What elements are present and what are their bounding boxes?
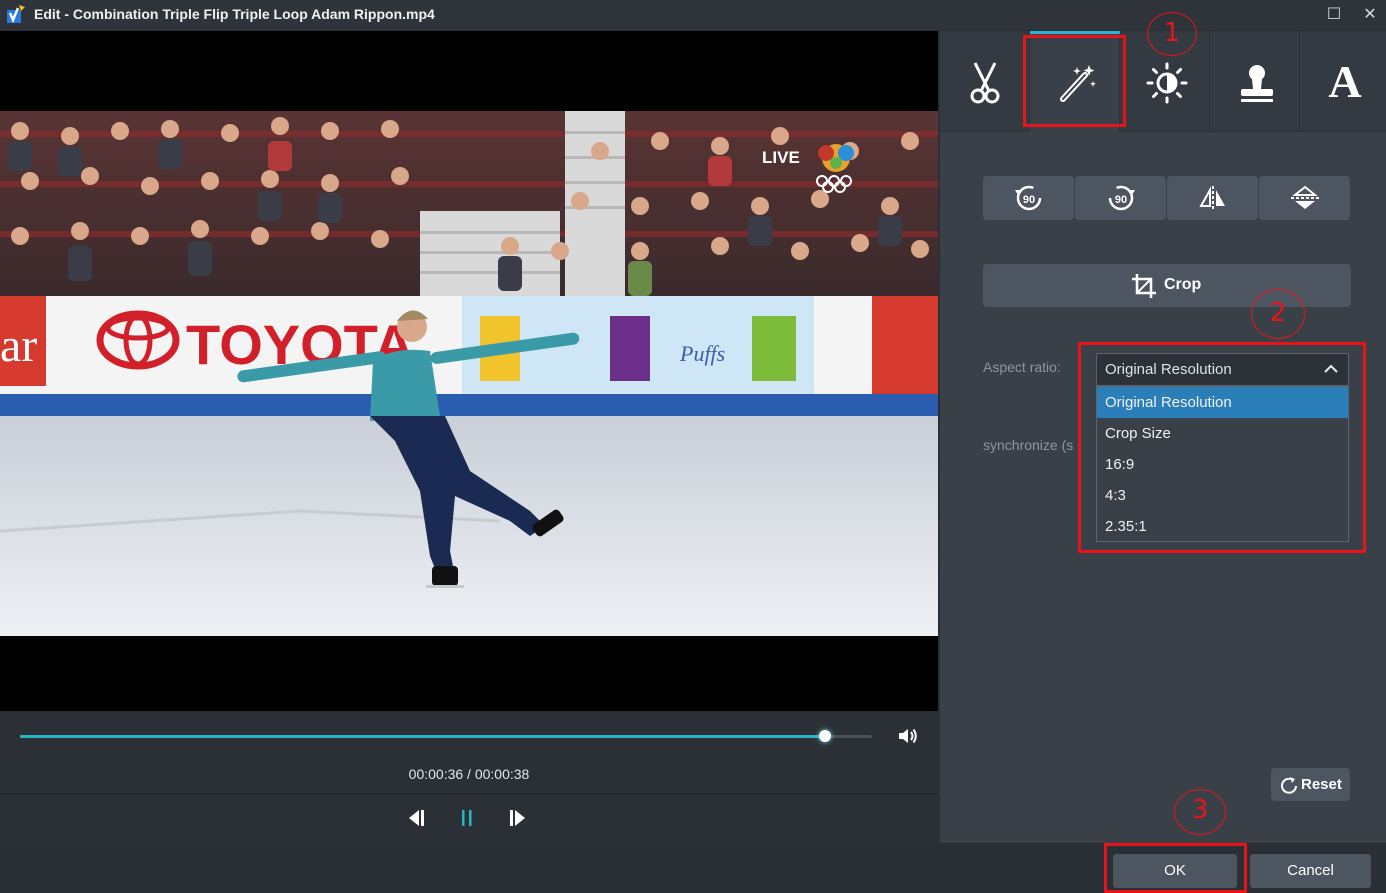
- annotation-marker-3: 3: [1174, 789, 1226, 835]
- crop-icon: [1132, 274, 1156, 298]
- annotation-box-effects-tab: [1023, 35, 1126, 127]
- previous-frame-icon[interactable]: [404, 807, 428, 829]
- tab-text[interactable]: A: [1300, 31, 1386, 132]
- video-preview[interactable]: ar TOYOTA Puffs LIVE: [0, 31, 938, 711]
- app-logo-icon: [7, 5, 25, 24]
- live-badge: LIVE: [762, 148, 800, 167]
- flip-vertical-button[interactable]: [1259, 176, 1350, 220]
- annotation-box-aspect-ratio: [1078, 342, 1366, 553]
- rotate-left-label: 90: [1023, 194, 1035, 206]
- window-title: Edit - Combination Triple Flip Triple Lo…: [34, 6, 435, 22]
- volume-icon[interactable]: [897, 726, 919, 746]
- crop-label: Crop: [1164, 276, 1202, 293]
- text-icon: A: [1328, 56, 1362, 107]
- stamp-icon: [1241, 65, 1273, 102]
- product-brand: Puffs: [679, 341, 725, 366]
- synchronize-label: synchronize (s: [983, 437, 1074, 453]
- video-frame: ar TOYOTA Puffs LIVE: [0, 111, 938, 636]
- annotation-box-ok: [1104, 843, 1247, 893]
- rotate-right-label: 90: [1115, 194, 1127, 206]
- seek-bar-thumb[interactable]: [819, 730, 832, 742]
- next-frame-icon[interactable]: [506, 807, 530, 829]
- tab-cut[interactable]: [940, 31, 1030, 132]
- close-button[interactable]: ✕: [1359, 4, 1381, 26]
- flip-horizontal-icon: [1199, 186, 1225, 210]
- seek-bar[interactable]: [20, 730, 872, 742]
- rotate-flip-group: 90 90: [983, 176, 1351, 220]
- rotate-left-button[interactable]: 90: [983, 176, 1074, 220]
- brightness-icon: [1146, 62, 1188, 104]
- tab-watermark[interactable]: [1210, 31, 1300, 132]
- cancel-button[interactable]: Cancel: [1250, 854, 1371, 888]
- figure-skater-video-frame: ar TOYOTA Puffs: [0, 111, 938, 636]
- reset-label: Reset: [1301, 776, 1342, 793]
- board-fragment: ar: [0, 319, 37, 372]
- rotate-right-button[interactable]: 90: [1075, 176, 1166, 220]
- annotation-marker-1: 1: [1147, 12, 1197, 56]
- reset-button[interactable]: Reset: [1271, 768, 1350, 801]
- rotate-right-90-icon: 90: [1108, 185, 1135, 211]
- divider: [0, 793, 938, 794]
- scissors-icon: [970, 62, 1000, 104]
- annotation-marker-2: 2: [1251, 289, 1305, 339]
- pause-icon[interactable]: [455, 807, 479, 829]
- edit-window: Edit - Combination Triple Flip Triple Lo…: [0, 0, 1386, 893]
- seek-bar-fill: [20, 735, 826, 738]
- playback-controls: 00:00:36 / 00:00:38: [0, 711, 938, 843]
- time-display: 00:00:36 / 00:00:38: [408, 766, 530, 782]
- aspect-ratio-label: Aspect ratio:: [983, 359, 1061, 375]
- reset-icon: [1281, 777, 1297, 794]
- rotate-left-90-icon: 90: [1015, 185, 1042, 211]
- flip-horizontal-button[interactable]: [1167, 176, 1258, 220]
- flip-vertical-icon: [1291, 185, 1319, 209]
- maximize-button[interactable]: ☐: [1323, 4, 1345, 26]
